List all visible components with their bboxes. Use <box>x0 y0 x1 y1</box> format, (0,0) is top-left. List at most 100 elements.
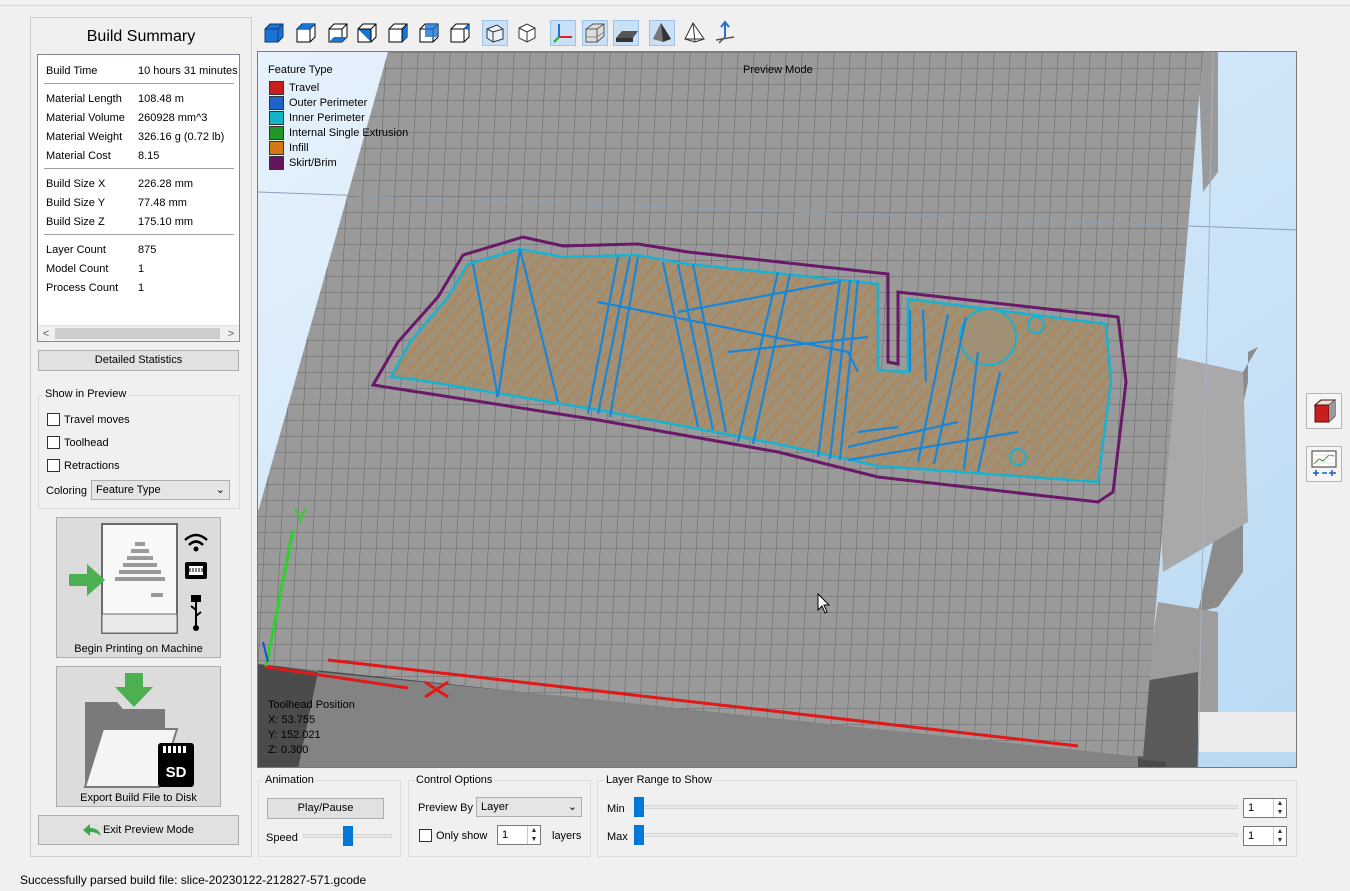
solid-pyramid-icon <box>653 23 671 42</box>
render-wireframe-button[interactable] <box>681 20 707 46</box>
back-arrow-icon <box>83 824 101 836</box>
detailed-statistics-button[interactable]: Detailed Statistics <box>38 350 239 371</box>
scroll-right-icon[interactable]: > <box>224 327 238 341</box>
export-build-file-button[interactable]: SD Export Build File to Disk <box>56 666 221 807</box>
view-iso-button[interactable] <box>447 20 473 46</box>
max-layer-input[interactable]: 1 ▲ ▼ <box>1243 826 1287 846</box>
perspective-view-button[interactable] <box>482 20 508 46</box>
build-plate-canvas[interactable]: Y <box>258 52 1297 768</box>
travel-moves-checkbox[interactable] <box>47 413 60 426</box>
build-summary-title: Build Summary <box>86 28 196 45</box>
summary-row: Material Volume 260928 mm^3 <box>46 112 208 124</box>
horizontal-scrollbar[interactable]: < > <box>38 325 239 341</box>
min-layer-input[interactable]: 1 ▲ ▼ <box>1243 798 1287 818</box>
only-show-label: Only show <box>436 830 488 842</box>
axes-icon <box>553 24 572 43</box>
spin-updown-icon[interactable]: ▲ ▼ <box>1273 827 1286 845</box>
divider <box>44 168 234 169</box>
min-layer-value: 1 <box>1248 802 1255 814</box>
summary-row: Build Size X 226.28 mm <box>46 178 194 190</box>
summary-row: Material Cost 8.15 <box>46 150 160 162</box>
layers-label: layers <box>552 830 582 842</box>
begin-printing-button[interactable]: Begin Printing on Machine <box>56 517 221 658</box>
legend-swatch <box>269 156 284 170</box>
window-top-edge <box>0 0 1350 6</box>
layer-range-group <box>597 780 1297 857</box>
spin-updown-icon[interactable]: ▲ ▼ <box>1273 799 1286 817</box>
view-left-button[interactable] <box>354 20 380 46</box>
legend-swatch <box>269 81 284 95</box>
cube-back-view-icon <box>419 23 439 43</box>
speed-slider-thumb[interactable] <box>343 826 353 846</box>
view-front-button[interactable] <box>261 20 287 46</box>
coloring-select[interactable]: Feature Type ⌄ <box>91 480 230 500</box>
cube-top-view-icon <box>296 23 316 43</box>
max-layer-slider-thumb[interactable] <box>634 825 644 845</box>
control-options-group <box>408 780 591 857</box>
view-top-button[interactable] <box>293 20 319 46</box>
summary-row: Process Count 1 <box>46 282 145 294</box>
build-summary-box: Build Time 10 hours 31 minutes Material L… <box>37 54 240 342</box>
control-options-title: Control Options <box>414 774 495 786</box>
divider <box>44 234 234 235</box>
animation-title: Animation <box>263 774 316 786</box>
travel-moves-label: Travel moves <box>64 414 130 426</box>
preview-by-select[interactable]: Layer ⌄ <box>476 797 582 817</box>
legend-label: Inner Perimeter <box>289 112 365 124</box>
layer-range-title: Layer Range to Show <box>604 774 714 786</box>
drop-to-platform-button[interactable] <box>712 20 738 46</box>
play-pause-button[interactable]: Play/Pause <box>267 798 384 819</box>
max-label: Max <box>607 831 628 843</box>
retractions-label: Retractions <box>64 460 120 472</box>
legend-label: Travel <box>289 82 320 94</box>
legend-swatch <box>269 126 284 140</box>
summary-row: Material Length 108.48 m <box>46 93 184 105</box>
cube-bottom-view-icon <box>328 23 348 43</box>
max-layer-value: 1 <box>1248 830 1255 842</box>
folder-download-sd-icon: SD <box>83 673 194 788</box>
toolhead-label: Toolhead <box>64 437 109 449</box>
view-right-button[interactable] <box>385 20 411 46</box>
retractions-checkbox[interactable] <box>47 459 60 472</box>
toolhead-x: X: 53.755 <box>268 714 316 726</box>
speed-label: Speed <box>266 832 298 844</box>
summary-row: Layer Count 875 <box>46 244 157 256</box>
view-bottom-button[interactable] <box>325 20 351 46</box>
model-view-button[interactable] <box>1306 393 1342 429</box>
render-solid-button[interactable] <box>649 20 675 46</box>
cube-iso-view-icon <box>450 23 470 43</box>
summary-row: Material Weight 326.16 g (0.72 lb) <box>46 131 225 143</box>
only-show-layers-input[interactable]: 1 ▲ ▼ <box>497 825 541 845</box>
sd-card-label: SD <box>166 764 187 781</box>
min-layer-slider-track[interactable] <box>634 805 1238 809</box>
summary-row: Build Size Y 77.48 mm <box>46 197 187 209</box>
legend-label: Outer Perimeter <box>289 97 368 109</box>
min-layer-slider-thumb[interactable] <box>634 797 644 817</box>
preview-viewport[interactable]: Y Feature Type Travel Outer Perimeter Inne… <box>257 51 1297 768</box>
printer-network-icon <box>69 523 208 634</box>
toolhead-checkbox[interactable] <box>47 436 60 449</box>
toolhead-z: Z: 0.300 <box>268 744 309 756</box>
spin-updown-icon[interactable]: ▲ ▼ <box>527 826 540 844</box>
toolhead-y: Y: 152.021 <box>268 729 321 741</box>
cube-right-view-icon <box>388 23 408 43</box>
summary-row: Model Count 1 <box>46 263 145 275</box>
summary-row: Build Size Z 175.10 mm <box>46 216 194 228</box>
summary-row: Build Time 10 hours 31 minutes <box>46 65 238 77</box>
scrollbar-thumb[interactable] <box>55 328 220 339</box>
layer-graph-button[interactable] <box>1306 446 1342 482</box>
show-build-volume-button[interactable] <box>582 20 608 46</box>
drop-arrow-icon <box>715 20 735 44</box>
exit-preview-mode-button[interactable]: Exit Preview Mode <box>38 815 239 845</box>
y-axis-label: Y <box>293 504 308 529</box>
view-back-button[interactable] <box>416 20 442 46</box>
legend-title: Feature Type <box>268 64 333 76</box>
scroll-left-icon[interactable]: < <box>39 327 53 341</box>
max-layer-slider-track[interactable] <box>634 833 1238 837</box>
show-build-platform-button[interactable] <box>613 20 639 46</box>
chevron-down-icon: ⌄ <box>215 484 225 496</box>
legend-swatch <box>269 96 284 110</box>
show-axes-button[interactable] <box>550 20 576 46</box>
orthographic-view-button[interactable] <box>514 20 540 46</box>
only-show-checkbox[interactable] <box>419 829 432 842</box>
